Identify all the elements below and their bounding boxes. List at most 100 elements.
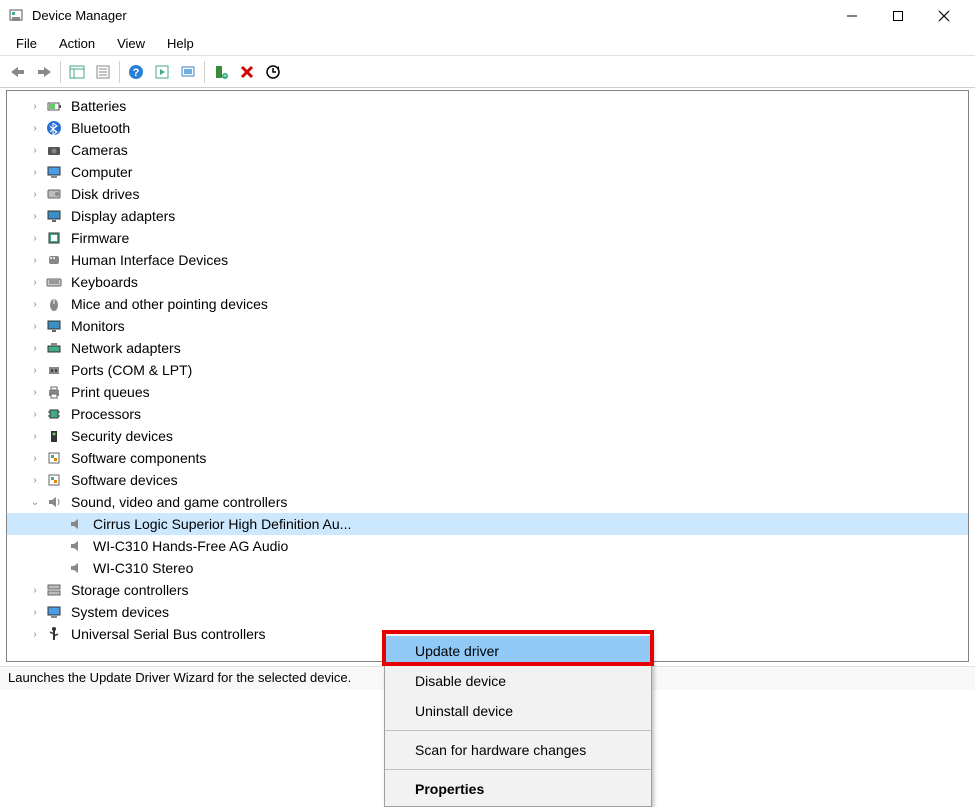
device-category[interactable]: › Human Interface Devices [7, 249, 968, 271]
device-category[interactable]: › Firmware [7, 227, 968, 249]
toolbar: ? + [0, 56, 975, 88]
device-category[interactable]: ›Batteries [7, 95, 968, 117]
tree-scrollarea[interactable]: ›Batteries›Bluetooth›Cameras›Computer›Di… [7, 91, 968, 661]
device-category[interactable]: ›Bluetooth [7, 117, 968, 139]
scan-hardware-button[interactable] [176, 60, 200, 84]
expander-icon[interactable]: › [27, 604, 43, 620]
device-category[interactable]: ›Disk drives [7, 183, 968, 205]
menu-action[interactable]: Action [49, 33, 105, 54]
context-menu-item[interactable]: Disable device [385, 666, 651, 696]
device-category[interactable]: ›Security devices [7, 425, 968, 447]
category-label: Firmware [69, 230, 131, 246]
software-icon [45, 449, 63, 467]
keyboard-icon [45, 273, 63, 291]
device-item[interactable]: Cirrus Logic Superior High Definition Au… [7, 513, 968, 535]
device-category[interactable]: › Network adapters [7, 337, 968, 359]
monitor-icon [45, 317, 63, 335]
category-label: Storage controllers [69, 582, 191, 598]
remove-device-button[interactable] [235, 60, 259, 84]
expander-icon[interactable]: › [27, 142, 43, 158]
update-driver-button[interactable] [261, 60, 285, 84]
expander-icon[interactable]: › [27, 186, 43, 202]
system-icon [45, 603, 63, 621]
category-label: Monitors [69, 318, 127, 334]
menu-file[interactable]: File [6, 33, 47, 54]
menu-help[interactable]: Help [157, 33, 204, 54]
maximize-button[interactable] [875, 1, 921, 31]
context-menu-separator [385, 769, 651, 770]
storage-icon [45, 581, 63, 599]
context-menu-item[interactable]: Uninstall device [385, 696, 651, 726]
category-label: Mice and other pointing devices [69, 296, 270, 312]
expander-icon[interactable]: › [27, 296, 43, 312]
device-category[interactable]: ›Cameras [7, 139, 968, 161]
expander-icon[interactable]: › [27, 450, 43, 466]
mouse-icon [45, 295, 63, 313]
speaker-icon [67, 559, 85, 577]
category-label: Processors [69, 406, 143, 422]
device-category[interactable]: › Processors [7, 403, 968, 425]
port-icon [45, 361, 63, 379]
statusbar-text: Launches the Update Driver Wizard for th… [8, 670, 351, 685]
security-icon [45, 427, 63, 445]
device-category[interactable]: ›Computer [7, 161, 968, 183]
expander-icon[interactable]: › [27, 164, 43, 180]
add-device-button[interactable]: + [209, 60, 233, 84]
device-item[interactable]: WI-C310 Stereo [7, 557, 968, 579]
expander-icon[interactable]: › [27, 582, 43, 598]
action-button[interactable] [150, 60, 174, 84]
expander-icon[interactable]: › [27, 472, 43, 488]
device-category[interactable]: › Monitors [7, 315, 968, 337]
help-button[interactable]: ? [124, 60, 148, 84]
expander-icon[interactable]: › [27, 406, 43, 422]
close-button[interactable] [921, 1, 967, 31]
bluetooth-icon [45, 119, 63, 137]
back-button[interactable] [6, 60, 30, 84]
expander-icon[interactable]: › [27, 318, 43, 334]
device-category[interactable]: ›Keyboards [7, 271, 968, 293]
expander-icon[interactable]: › [27, 428, 43, 444]
minimize-button[interactable] [829, 1, 875, 31]
expander-icon[interactable]: ⌄ [27, 494, 43, 510]
expander-icon[interactable]: › [27, 120, 43, 136]
device-category[interactable]: ›Print queues [7, 381, 968, 403]
category-label: Sound, video and game controllers [69, 494, 289, 510]
software-icon [45, 471, 63, 489]
device-category[interactable]: ›Software components [7, 447, 968, 469]
app-icon [8, 8, 24, 24]
expander-icon[interactable]: › [27, 98, 43, 114]
toolbar-separator [204, 61, 205, 83]
device-category[interactable]: ›Ports (COM & LPT) [7, 359, 968, 381]
firmware-icon [45, 229, 63, 247]
battery-icon [45, 97, 63, 115]
category-label: Network adapters [69, 340, 183, 356]
expander-icon[interactable]: › [27, 626, 43, 642]
properties-button[interactable] [91, 60, 115, 84]
category-label: Human Interface Devices [69, 252, 230, 268]
device-category[interactable]: › System devices [7, 601, 968, 623]
window-title: Device Manager [32, 8, 829, 23]
context-menu-item[interactable]: Properties [385, 774, 651, 804]
sound-icon [45, 493, 63, 511]
device-item[interactable]: WI-C310 Hands-Free AG Audio [7, 535, 968, 557]
expander-icon[interactable]: › [27, 340, 43, 356]
category-label: System devices [69, 604, 171, 620]
expander-icon[interactable]: › [27, 208, 43, 224]
device-category[interactable]: › Mice and other pointing devices [7, 293, 968, 315]
hid-icon [45, 251, 63, 269]
device-category[interactable]: ›Display adapters [7, 205, 968, 227]
context-menu-item[interactable]: Scan for hardware changes [385, 735, 651, 765]
device-category[interactable]: ⌄ Sound, video and game controllers [7, 491, 968, 513]
device-category[interactable]: › Storage controllers [7, 579, 968, 601]
expander-icon[interactable]: › [27, 362, 43, 378]
expander-icon[interactable]: › [27, 230, 43, 246]
menu-view[interactable]: View [107, 33, 155, 54]
usb-icon [45, 625, 63, 643]
expander-icon[interactable]: › [27, 252, 43, 268]
forward-button[interactable] [32, 60, 56, 84]
expander-icon[interactable]: › [27, 274, 43, 290]
context-menu-item[interactable]: Update driver [385, 636, 651, 666]
expander-icon[interactable]: › [27, 384, 43, 400]
show-hide-tree-button[interactable] [65, 60, 89, 84]
device-category[interactable]: ›Software devices [7, 469, 968, 491]
